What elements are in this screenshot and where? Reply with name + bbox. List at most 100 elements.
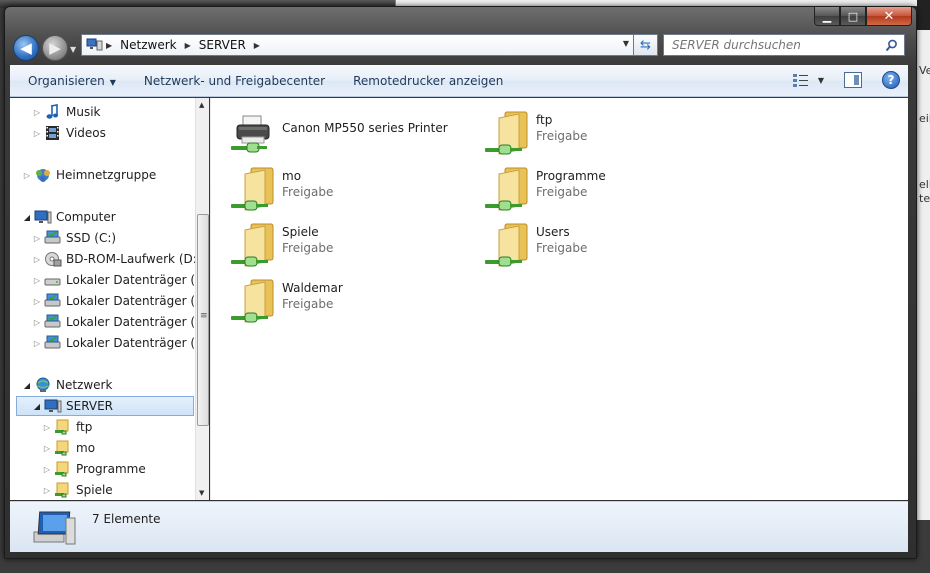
nav-item-label: Netzwerk (56, 378, 113, 392)
expand-icon[interactable]: ▷ (32, 339, 42, 348)
remote-printers-button[interactable]: Remotedrucker anzeigen (339, 74, 517, 88)
content-item-share-mo[interactable]: mo Freigabe (229, 166, 333, 214)
computer-icon (44, 398, 62, 414)
content-item-name: Canon MP550 series Printer (282, 121, 448, 135)
nav-item-label: SERVER (66, 399, 114, 413)
printer-icon (229, 110, 277, 158)
share-folder-icon (54, 461, 72, 477)
nav-item-share-programme[interactable]: ▷ Programme (42, 459, 146, 479)
breadcrumb-separator-icon[interactable]: ▶ (104, 41, 114, 50)
nav-item-videos[interactable]: ▷ Videos (32, 123, 106, 143)
nav-pane-scrollbar[interactable]: ▲ ≡ ▼ (195, 98, 209, 500)
content-item-type: Freigabe (282, 297, 334, 311)
command-bar: Organisieren ▼ Netzwerk- und Freigabecent… (10, 65, 908, 97)
forward-button[interactable]: ▶ (42, 35, 68, 61)
share-folder-icon (229, 166, 277, 214)
address-bar[interactable]: ▶ Netzwerk ▶ SERVER ▶ ▼ (81, 34, 634, 56)
recent-pages-dropdown[interactable]: ▼ (70, 45, 78, 54)
caption-buttons: ▁ □ ✕ (814, 7, 912, 27)
back-button[interactable]: ◀ (13, 35, 39, 61)
nav-item-share-mo[interactable]: ▷ mo (42, 438, 95, 458)
nav-item-drive-z[interactable]: ▷ Lokaler Datenträger (Z:) (32, 333, 195, 353)
address-dropdown-icon[interactable]: ▼ (623, 39, 629, 48)
view-options-dropdown[interactable]: ▼ (818, 76, 824, 85)
help-icon[interactable]: ? (882, 71, 900, 89)
breadcrumb-netzwerk[interactable]: Netzwerk (114, 38, 182, 52)
music-icon (44, 104, 62, 120)
nav-item-share-ftp[interactable]: ▷ ftp (42, 417, 92, 437)
content-item-printer[interactable]: Canon MP550 series Printer (229, 110, 448, 158)
network-icon (34, 377, 52, 393)
expand-icon[interactable]: ▷ (32, 108, 42, 117)
content-item-share-ftp[interactable]: ftp Freigabe (483, 110, 587, 158)
collapse-icon[interactable]: ◢ (22, 213, 32, 222)
collapse-icon[interactable]: ◢ (22, 381, 32, 390)
expand-icon[interactable]: ▷ (32, 255, 42, 264)
scroll-thumb[interactable]: ≡ (197, 214, 209, 426)
nav-item-share-spiele[interactable]: ▷ Spiele (42, 480, 113, 500)
nav-item-drive-d[interactable]: ▷ BD-ROM-Laufwerk (D:) BD-ROM (32, 249, 195, 269)
back-arrow-icon: ◀ (20, 39, 32, 57)
close-icon: ✕ (883, 8, 895, 24)
nav-item-music[interactable]: ▷ Musik (32, 102, 101, 122)
content-item-name: Waldemar (282, 281, 343, 295)
drive-icon (44, 293, 62, 309)
expand-icon[interactable]: ▷ (32, 276, 42, 285)
expand-icon[interactable]: ▷ (42, 486, 52, 495)
homegroup-icon (34, 167, 52, 183)
disc-icon (44, 251, 62, 267)
drive-icon (44, 335, 62, 351)
content-item-name: mo (282, 169, 302, 183)
drive-icon (44, 314, 62, 330)
content-item-share-programme[interactable]: Programme Freigabe (483, 166, 606, 214)
nav-item-label: Spiele (76, 483, 113, 497)
close-button[interactable]: ✕ (866, 7, 912, 26)
nav-item-drive-c[interactable]: ▷ SSD (C:) (32, 228, 116, 248)
nav-item-drive-x[interactable]: ▷ Lokaler Datenträger (X:) (32, 291, 195, 311)
preview-pane-icon[interactable] (844, 72, 862, 88)
nav-item-drive-y[interactable]: ▷ Lokaler Datenträger (Y:) (32, 312, 195, 332)
content-item-name: Spiele (282, 225, 319, 239)
nav-item-label: Lokaler Datenträger (Z:) (66, 336, 195, 350)
breadcrumb-separator-icon[interactable]: ▶ (252, 41, 262, 50)
expand-icon[interactable]: ▷ (42, 444, 52, 453)
search-input[interactable] (664, 38, 874, 52)
nav-item-homegroup[interactable]: ▷ Heimnetzgruppe (22, 165, 156, 185)
refresh-icon: ⇆ (640, 37, 651, 53)
drive-icon (44, 272, 62, 288)
nav-item-network[interactable]: ◢ Netzwerk (22, 375, 112, 395)
expand-icon[interactable]: ▷ (32, 297, 42, 306)
expand-icon[interactable]: ▷ (32, 234, 42, 243)
nav-item-label: Lokaler Datenträger (Y:) (66, 315, 195, 329)
network-location-icon (86, 38, 104, 52)
share-folder-icon (54, 419, 72, 435)
change-view-icon[interactable] (792, 72, 810, 88)
organize-menu[interactable]: Organisieren ▼ (10, 74, 130, 88)
refresh-button[interactable]: ⇆ (634, 34, 658, 56)
nav-item-label: Musik (66, 105, 101, 119)
content-item-share-waldemar[interactable]: Waldemar Freigabe (229, 278, 343, 326)
nav-item-label: Lokaler Datenträger (X:) (66, 294, 195, 308)
expand-icon[interactable]: ▷ (42, 423, 52, 432)
expand-icon[interactable]: ▷ (22, 171, 32, 180)
expand-icon[interactable]: ▷ (42, 465, 52, 474)
breadcrumb-server[interactable]: SERVER (193, 38, 252, 52)
bg-snippet: Ve (919, 64, 930, 77)
scroll-up-arrow-icon[interactable]: ▲ (199, 101, 204, 109)
breadcrumb-separator-icon[interactable]: ▶ (183, 41, 193, 50)
nav-item-drive-e[interactable]: ▷ Lokaler Datenträger (E:) (32, 270, 195, 290)
nav-item-computer[interactable]: ◢ Computer (22, 207, 116, 227)
expand-icon[interactable]: ▷ (32, 129, 42, 138)
maximize-button[interactable]: □ (840, 7, 866, 26)
scroll-down-arrow-icon[interactable]: ▼ (199, 489, 204, 497)
collapse-icon[interactable]: ◢ (32, 402, 42, 411)
search-icon[interactable] (885, 39, 898, 52)
nav-item-server[interactable]: ◢ SERVER (16, 396, 194, 416)
toolbar-right: ▼ ? (792, 71, 900, 89)
item-count: 7 Elemente (92, 512, 161, 526)
minimize-button[interactable]: ▁ (814, 7, 840, 26)
expand-icon[interactable]: ▷ (32, 318, 42, 327)
content-item-share-spiele[interactable]: Spiele Freigabe (229, 222, 333, 270)
content-item-share-users[interactable]: Users Freigabe (483, 222, 587, 270)
network-center-button[interactable]: Netzwerk- und Freigabecenter (130, 74, 339, 88)
